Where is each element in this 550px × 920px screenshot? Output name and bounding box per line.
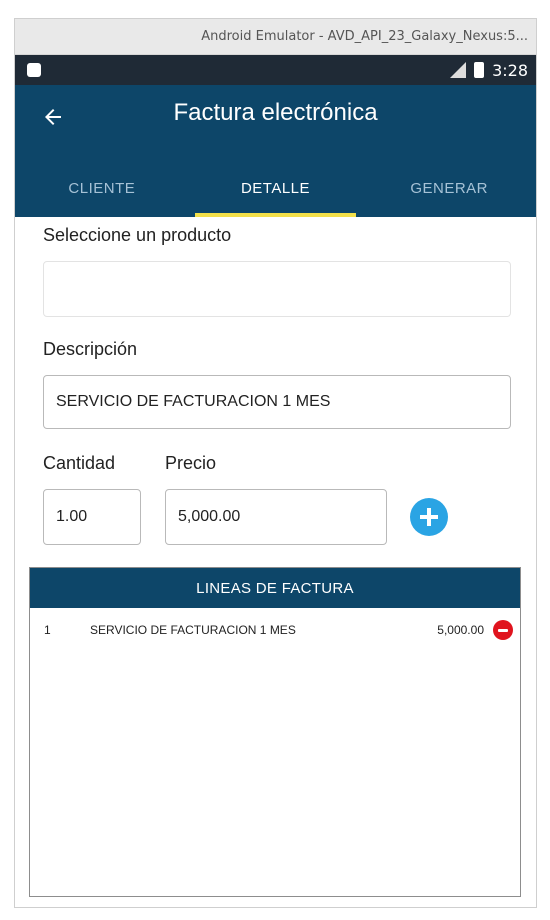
invoice-lines-panel: LINEAS DE FACTURA 1 SERVICIO DE FACTURAC…: [29, 567, 521, 897]
quantity-label: Cantidad: [43, 453, 116, 473]
android-notification-icon: [27, 63, 41, 77]
quantity-field[interactable]: 1.00: [43, 489, 141, 545]
tab-label: GENERAR: [410, 179, 489, 197]
status-bar: 3:28: [15, 55, 536, 85]
invoice-lines-title: LINEAS DE FACTURA: [196, 579, 354, 597]
description-label: Descripción: [43, 339, 138, 359]
plus-circle-icon: [420, 508, 438, 526]
tab-generar[interactable]: GENERAR: [362, 159, 536, 217]
price-field[interactable]: 5,000.00: [165, 489, 387, 545]
battery-icon: [474, 62, 485, 78]
signal-icon: [450, 62, 467, 78]
emulator-window-title: Android Emulator - AVD_API_23_Galaxy_Nex…: [201, 29, 528, 44]
emulator-title-bar: Android Emulator - AVD_API_23_Galaxy_Nex…: [15, 19, 536, 55]
tab-detalle[interactable]: DETALLE: [189, 159, 363, 217]
invoice-line-row[interactable]: 1 SERVICIO DE FACTURACION 1 MES 5,000.00: [30, 608, 520, 650]
description-field[interactable]: SERVICIO DE FACTURACION 1 MES: [43, 375, 511, 429]
remove-line-button[interactable]: [493, 620, 513, 640]
line-amount: 5,000.00: [437, 623, 484, 637]
price-label: Precio: [165, 453, 217, 473]
tab-bar: CLIENTE DETALLE GENERAR: [15, 159, 536, 217]
line-number: 1: [44, 623, 51, 637]
status-bar-right: 3:28: [450, 61, 528, 80]
status-time: 3:28: [492, 60, 528, 80]
line-description: SERVICIO DE FACTURACION 1 MES: [90, 623, 296, 637]
tab-cliente[interactable]: CLIENTE: [15, 159, 189, 217]
page-title: Factura electrónica: [173, 99, 378, 126]
add-line-button[interactable]: [410, 498, 448, 536]
tab-label: CLIENTE: [68, 179, 136, 197]
app-bar: Factura electrónica CLIENTE DETALLE GENE…: [15, 85, 536, 217]
product-select[interactable]: [43, 261, 511, 317]
invoice-lines-header: LINEAS DE FACTURA: [30, 568, 520, 608]
device-frame: Android Emulator - AVD_API_23_Galaxy_Nex…: [14, 18, 537, 908]
tab-label: DETALLE: [240, 179, 311, 197]
product-label: Seleccione un producto: [43, 225, 232, 245]
minus-circle-icon: [498, 628, 508, 632]
